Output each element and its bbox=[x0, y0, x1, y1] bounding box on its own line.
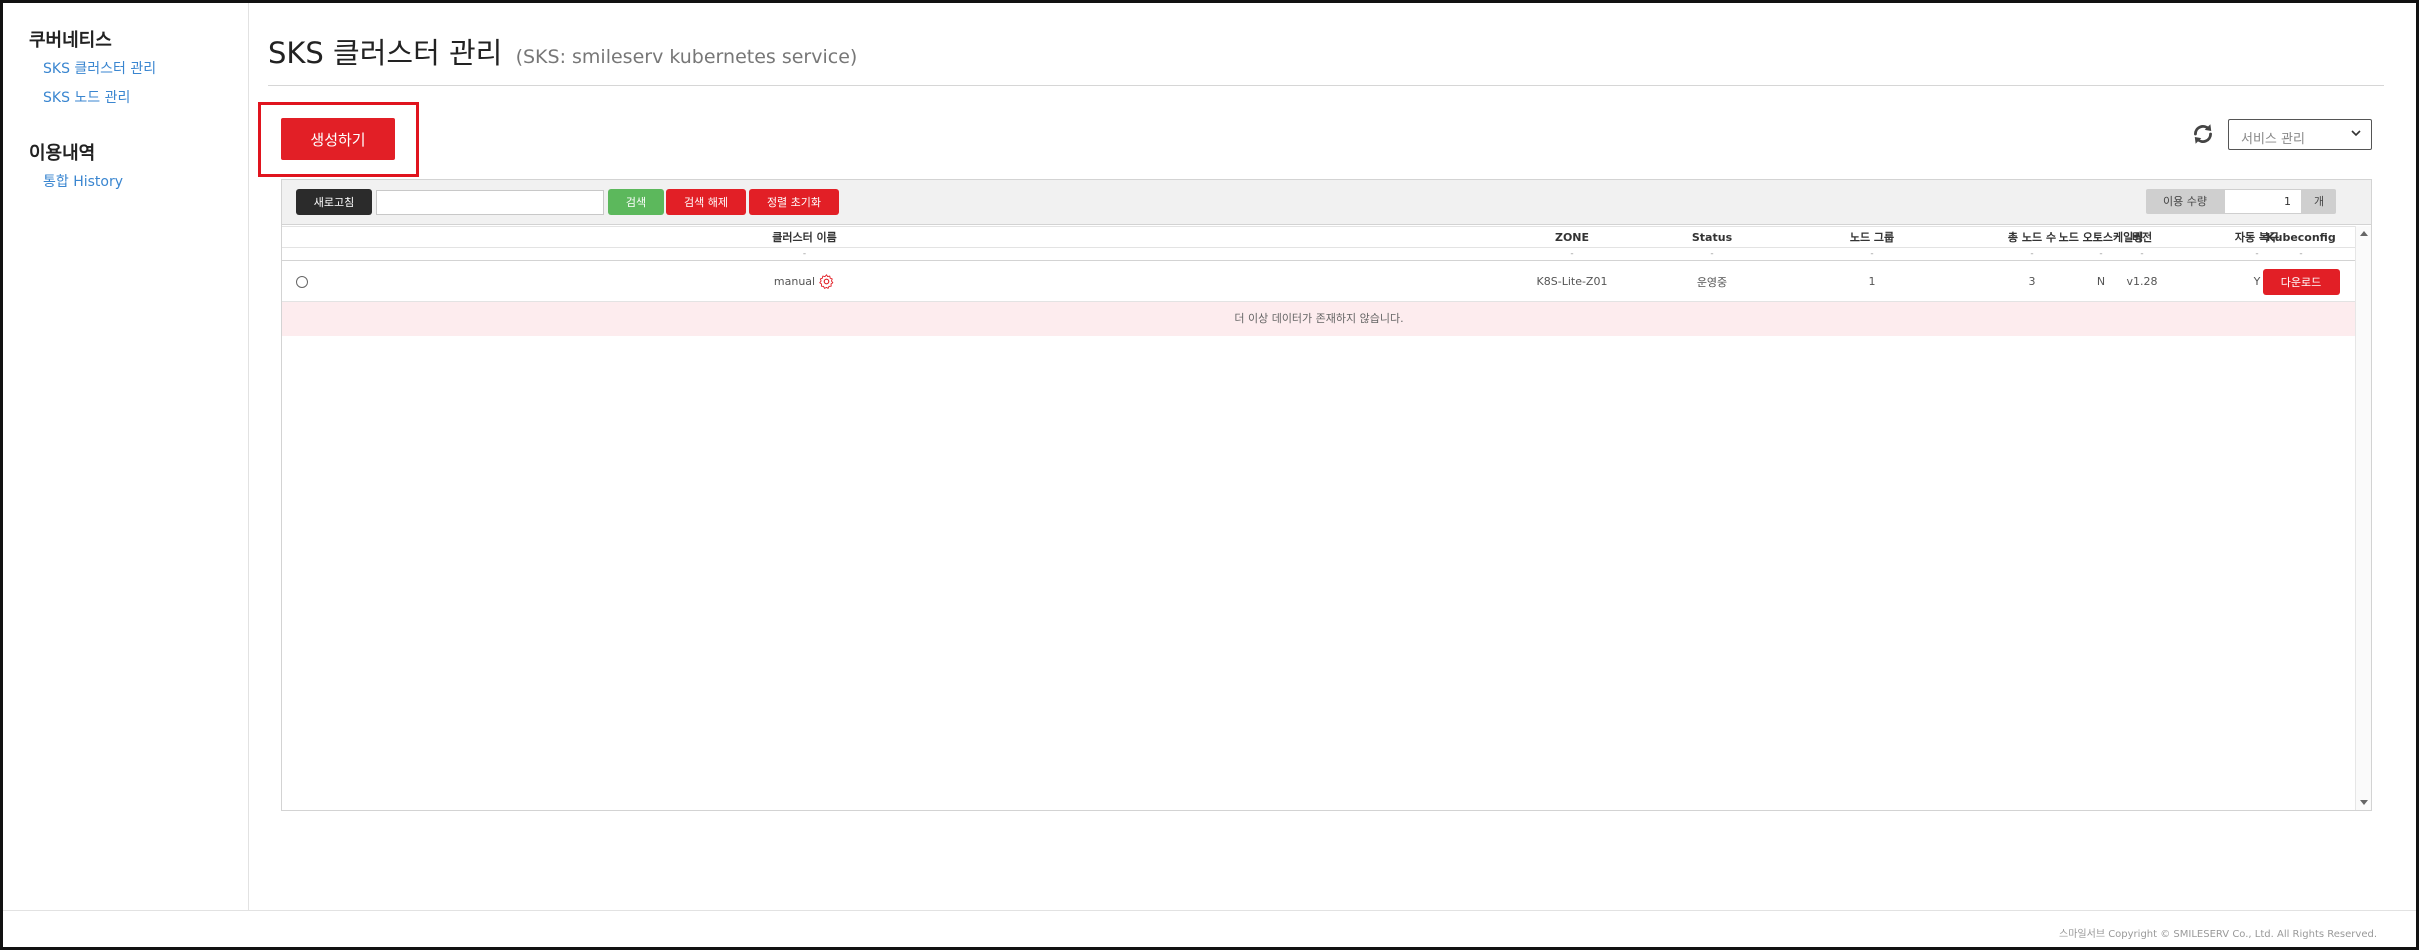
clear-search-button[interactable]: 검색 해제 bbox=[666, 189, 746, 215]
sidebar-item-sks-node[interactable]: SKS 노드 관리 bbox=[43, 87, 130, 107]
table-scrollbar[interactable] bbox=[2355, 226, 2371, 810]
table-header-extra bbox=[281, 226, 2355, 248]
filter-zone[interactable]: - bbox=[1507, 248, 1637, 260]
reset-sort-button[interactable]: 정렬 초기화 bbox=[749, 189, 839, 215]
create-button[interactable]: 생성하기 bbox=[281, 118, 395, 160]
filter-node-group[interactable]: - bbox=[1802, 248, 1942, 260]
sidebar-item-sks-cluster[interactable]: SKS 클러스터 관리 bbox=[43, 58, 156, 78]
sidebar-item-history[interactable]: 통합 History bbox=[43, 171, 123, 191]
page-subtitle: (SKS: smileserv kubernetes service) bbox=[515, 46, 858, 68]
sidebar-section-usage: 이용내역 bbox=[29, 143, 96, 164]
search-button[interactable]: 검색 bbox=[608, 189, 664, 215]
cell-kubeconfig: 다운로드 bbox=[2231, 262, 2371, 301]
chevron-down-icon bbox=[2351, 130, 2361, 137]
empty-data-message: 더 이상 데이터가 존재하지 않습니다. bbox=[282, 302, 2356, 336]
cell-status: 운영중 bbox=[1696, 275, 1728, 289]
usage-count-label: 이용 수량 bbox=[2146, 189, 2224, 214]
sidebar-section-kubernetes: 쿠버네티스 bbox=[29, 30, 112, 51]
cluster-grid: 새로고침 검색 검색 해제 정렬 초기화 이용 수량 1 개 클러스터 이름 Z… bbox=[281, 179, 2372, 811]
filter-kubeconfig[interactable]: - bbox=[2231, 248, 2371, 260]
cell-zone: K8S-Lite-Z01 bbox=[1536, 275, 1608, 288]
gear-icon[interactable] bbox=[818, 273, 835, 290]
filter-status[interactable]: - bbox=[1647, 248, 1777, 260]
page-title-text: SKS 클러스터 관리 bbox=[268, 36, 503, 70]
row-select-radio[interactable] bbox=[296, 275, 308, 288]
footer-copyright: 스마일서브 Copyright © SMILESERV Co., Ltd. Al… bbox=[2059, 929, 2377, 940]
search-input[interactable] bbox=[376, 190, 604, 215]
cell-node-groups: 1 bbox=[1868, 275, 1876, 288]
footer-divider bbox=[3, 910, 2416, 911]
scroll-up-icon[interactable] bbox=[2360, 231, 2368, 236]
cluster-name-text: manual bbox=[773, 275, 816, 288]
cell-autoscaling: N bbox=[2096, 275, 2106, 288]
sidebar: 쿠버네티스 SKS 클러스터 관리 SKS 노드 관리 이용내역 통합 Hist… bbox=[3, 3, 249, 910]
refresh-button[interactable]: 새로고침 bbox=[296, 189, 372, 215]
kubeconfig-download-button[interactable]: 다운로드 bbox=[2262, 268, 2340, 295]
filter-autoscaling[interactable]: - bbox=[2031, 248, 2171, 260]
grid-toolbar: 새로고침 검색 검색 해제 정렬 초기화 이용 수량 1 개 bbox=[282, 180, 2371, 225]
usage-count-value: 1 bbox=[2224, 189, 2302, 214]
service-select[interactable]: 서비스 관리 bbox=[2228, 119, 2372, 150]
refresh-icon[interactable] bbox=[2190, 121, 2216, 147]
usage-count-unit: 개 bbox=[2302, 189, 2336, 214]
cell-cluster-name: manual bbox=[322, 262, 1287, 301]
service-select-value: 서비스 관리 bbox=[2241, 132, 2305, 147]
scroll-down-icon[interactable] bbox=[2360, 800, 2368, 805]
table-row[interactable]: manual K8S-Lite-Z01 운영중 1 3 v1.28 Y N 다운로… bbox=[282, 262, 2356, 302]
title-divider bbox=[268, 85, 2384, 86]
table-filter-row: - - - - - - - -- bbox=[282, 248, 2356, 261]
filter-cluster-name[interactable]: - bbox=[322, 248, 1287, 260]
page-title: SKS 클러스터 관리 (SKS: smileserv kubernetes s… bbox=[268, 30, 857, 72]
